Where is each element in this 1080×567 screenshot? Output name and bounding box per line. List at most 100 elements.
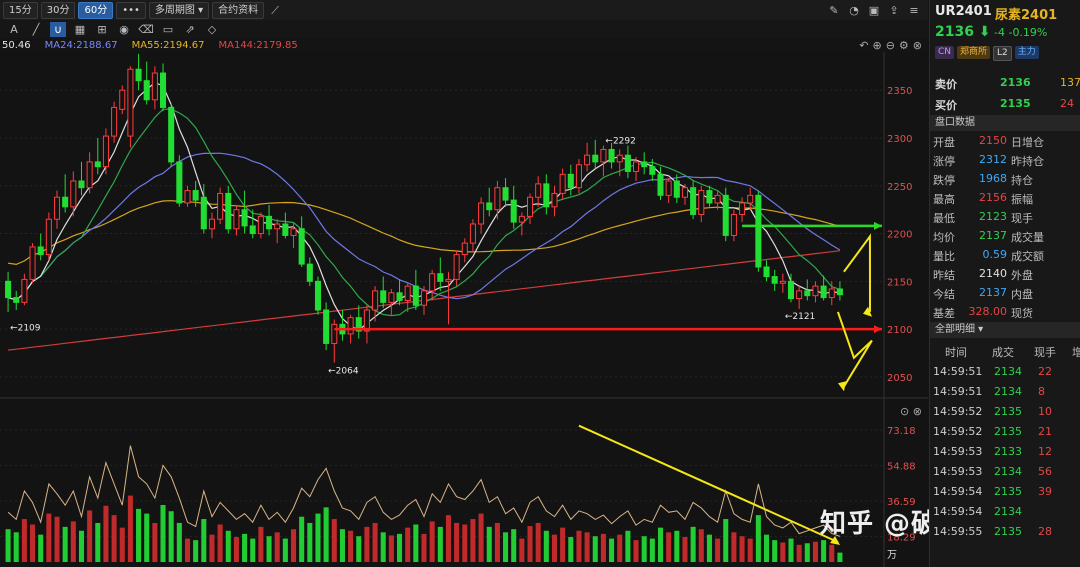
candle-body — [298, 228, 305, 265]
candle-body — [592, 154, 599, 163]
stat-row: 今结 2137 内盘 — [930, 284, 1080, 303]
ask-row: 卖价 2136 137 — [930, 73, 1080, 93]
trade-row: 14:59:51 2134 8 — [930, 382, 1080, 402]
volume-bar — [348, 530, 354, 562]
upload-icon[interactable]: ⇪ — [886, 3, 902, 18]
candle-body — [323, 309, 330, 344]
pencil-icon[interactable]: ✎ — [826, 3, 842, 18]
volume-bar — [821, 540, 827, 562]
eye-icon[interactable]: ◉ — [116, 22, 132, 37]
candle-body — [53, 196, 61, 220]
menu-icon[interactable]: ≡ — [906, 3, 922, 18]
trade-time: 14:59:51 — [933, 365, 983, 378]
period-30min-button[interactable]: 30分 — [40, 1, 76, 19]
multi-period-button[interactable]: 多周期图 ▾ — [148, 1, 210, 19]
candle-body — [160, 72, 167, 108]
magnet-icon[interactable]: ∪ — [50, 21, 66, 37]
volume-bar — [364, 526, 370, 562]
trades-header[interactable]: 全部明细 ▾ — [930, 322, 1080, 338]
candle-body — [420, 290, 428, 306]
stat-value: 2123 — [979, 210, 1007, 223]
volume-bar — [282, 538, 288, 562]
candle-body — [151, 72, 158, 101]
candle-body — [616, 154, 623, 163]
trade-row: 14:59:52 2135 21 — [930, 422, 1080, 442]
settings-icon[interactable]: ⚙ — [899, 39, 909, 52]
period-60min-button[interactable]: 60分 — [78, 1, 114, 19]
ruler-icon[interactable]: ⟋ — [267, 3, 283, 18]
trade-time: 14:59:51 — [933, 385, 983, 398]
candle-body — [779, 280, 786, 284]
volume-bar — [437, 526, 443, 562]
candle-body — [624, 154, 631, 172]
col-price: 成交 — [992, 346, 1014, 359]
candle-body — [812, 285, 819, 297]
volume-bar — [225, 530, 231, 562]
camera-icon[interactable]: ▣ — [866, 3, 882, 18]
volume-bar — [649, 538, 655, 562]
volume-bar — [551, 534, 558, 562]
volume-bar — [87, 510, 93, 562]
ma-legend: 50.46 MA24:2188.67 MA55:2194.67 MA144:21… — [0, 38, 930, 52]
badge-l2[interactable]: L2 — [993, 46, 1012, 61]
candlestick-chart[interactable]: 2350 2300 2250 2200 2150 2100 2050 ⊙ ⊗ ←2109 ←206… — [0, 52, 928, 567]
candle-body — [241, 209, 248, 227]
stat-value: 328.00 — [968, 305, 1008, 318]
volume-bar — [274, 532, 280, 562]
stat-value: 2140 — [979, 267, 1007, 280]
text-tool-icon[interactable]: A — [6, 22, 22, 37]
volume-bar — [38, 534, 44, 562]
stat-label-2: 成交量 — [1011, 231, 1044, 244]
candle-body — [804, 290, 811, 297]
candle-body — [535, 183, 542, 198]
zoom-in-icon[interactable]: ⊕ — [872, 39, 881, 52]
ma-legend-item: MA55:2194.67 — [131, 39, 205, 51]
tag-icon[interactable]: ◇ — [204, 22, 220, 37]
volume-bar — [209, 534, 215, 562]
volume-bar — [462, 524, 468, 562]
trade-price: 2135 — [994, 525, 1022, 538]
stat-label-2: 现货 — [1011, 307, 1033, 320]
stat-label: 今结 — [933, 288, 955, 301]
export-icon[interactable]: ⇗ — [182, 22, 198, 37]
candle-body — [828, 288, 835, 299]
line-tool-icon[interactable]: ╱ — [28, 22, 44, 37]
volume-bar — [339, 529, 345, 562]
grid-icon[interactable]: ▦ — [72, 22, 88, 37]
close-icon[interactable]: ⊗ — [913, 39, 922, 52]
stat-label: 最低 — [933, 212, 955, 225]
contract-info-button[interactable]: 合约资料 — [212, 1, 265, 19]
volume-bar — [111, 515, 117, 562]
undo-icon[interactable]: ↶ — [859, 39, 868, 52]
volume-bar — [706, 534, 712, 562]
candle-body — [641, 161, 648, 168]
trade-qty: 8 — [1038, 385, 1045, 398]
volume-bar — [356, 536, 362, 562]
volume-bar — [470, 519, 476, 562]
candle-body — [13, 297, 20, 303]
volume-bar — [307, 522, 313, 562]
volume-bar — [592, 536, 598, 562]
period-15min-button[interactable]: 15分 — [3, 1, 38, 19]
more-button[interactable]: ••• — [116, 1, 146, 19]
candle-body — [94, 161, 101, 168]
volume-bar — [494, 522, 500, 562]
ask-price: 2136 — [1000, 76, 1031, 89]
candle-body — [486, 202, 493, 211]
candle-body — [274, 223, 281, 230]
delete-icon[interactable]: ⌫ — [138, 22, 154, 37]
volume-bar — [780, 542, 786, 562]
stat-label-2: 振幅 — [1011, 193, 1033, 206]
bell-icon[interactable]: ◔ — [846, 3, 862, 18]
volume-bar — [633, 540, 639, 562]
volume-bar — [266, 536, 272, 562]
layout-icon[interactable]: ▭ — [160, 22, 176, 37]
candle-body — [681, 187, 688, 198]
lock-icon[interactable]: ⊞ — [94, 22, 110, 37]
volume-bar — [405, 527, 411, 562]
trade-price: 2135 — [994, 405, 1022, 418]
candle-body — [706, 190, 713, 204]
candle-body — [657, 173, 664, 196]
price-tick-label: 2300 — [887, 134, 912, 145]
zoom-out-icon[interactable]: ⊖ — [886, 39, 895, 52]
